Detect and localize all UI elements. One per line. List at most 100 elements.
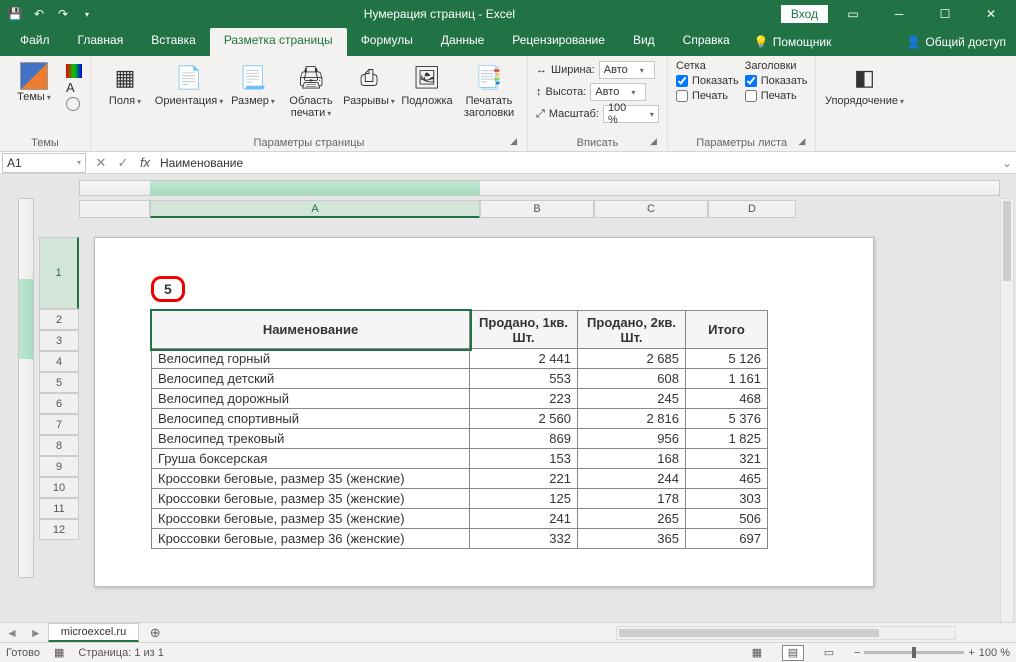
zoom-out-icon[interactable]: − (854, 647, 860, 659)
table-cell[interactable]: Груша боксерская (152, 449, 470, 469)
qat-customize-icon[interactable]: ▾ (76, 3, 98, 25)
effects-icon[interactable] (66, 97, 80, 111)
table-cell[interactable]: 506 (686, 509, 768, 529)
row-header[interactable]: 3 (39, 330, 79, 351)
horizontal-scrollbar[interactable] (616, 626, 956, 640)
table-cell[interactable]: 2 685 (578, 349, 686, 369)
table-cell[interactable]: 245 (578, 389, 686, 409)
data-table[interactable]: Наименование Продано, 1кв. Шт. Продано, … (151, 310, 768, 549)
gridlines-print-checkbox[interactable]: Печать (676, 90, 739, 102)
headings-print-checkbox[interactable]: Печать (745, 90, 808, 102)
table-row[interactable]: Кроссовки беговые, размер 35 (женские)12… (152, 489, 768, 509)
maximize-icon[interactable]: ☐ (924, 2, 966, 26)
table-cell[interactable]: 869 (470, 429, 578, 449)
dialog-launcher-icon[interactable]: ◢ (650, 136, 657, 147)
table-cell[interactable]: 153 (470, 449, 578, 469)
col-header[interactable]: B (480, 200, 594, 218)
table-cell[interactable]: 168 (578, 449, 686, 469)
tab-insert[interactable]: Вставка (137, 28, 210, 56)
table-cell[interactable]: 365 (578, 529, 686, 549)
table-cell[interactable]: Кроссовки беговые, размер 36 (женские) (152, 529, 470, 549)
table-cell[interactable]: 2 441 (470, 349, 578, 369)
enter-formula-icon[interactable]: ✓ (112, 155, 134, 171)
table-cell[interactable]: 697 (686, 529, 768, 549)
orientation-button[interactable]: 📄Ориентация (157, 60, 221, 107)
tab-file[interactable]: Файл (6, 28, 64, 56)
table-row[interactable]: Кроссовки беговые, размер 35 (женские)24… (152, 509, 768, 529)
table-row[interactable]: Велосипед дорожный223245468 (152, 389, 768, 409)
row-header[interactable]: 11 (39, 498, 79, 519)
table-cell[interactable]: 244 (578, 469, 686, 489)
table-header[interactable]: Итого (686, 311, 768, 349)
table-cell[interactable]: 332 (470, 529, 578, 549)
tab-formulas[interactable]: Формулы (347, 28, 427, 56)
minimize-icon[interactable]: ─ (878, 2, 920, 26)
share-button[interactable]: 👤Общий доступ (896, 28, 1016, 56)
table-cell[interactable]: 468 (686, 389, 768, 409)
background-button[interactable]: 🖼Подложка (401, 60, 453, 107)
tab-data[interactable]: Данные (427, 28, 498, 56)
ribbon-options-icon[interactable]: ▭ (832, 2, 874, 26)
table-cell[interactable]: Велосипед дорожный (152, 389, 470, 409)
zoom-in-icon[interactable]: + (968, 647, 974, 659)
table-cell[interactable]: 221 (470, 469, 578, 489)
row-header[interactable]: 5 (39, 372, 79, 393)
view-pagebreak-icon[interactable]: ▭ (818, 645, 840, 661)
formula-input[interactable]: Наименование (156, 156, 998, 170)
table-cell[interactable]: 608 (578, 369, 686, 389)
table-cell[interactable]: Велосипед детский (152, 369, 470, 389)
col-header[interactable]: A (150, 200, 480, 218)
table-cell[interactable]: Кроссовки беговые, размер 35 (женские) (152, 469, 470, 489)
fx-icon[interactable]: fx (134, 155, 156, 170)
size-button[interactable]: 📃Размер (227, 60, 279, 107)
gridlines-show-checkbox[interactable]: Показать (676, 75, 739, 87)
row-header[interactable]: 7 (39, 414, 79, 435)
horizontal-ruler[interactable] (79, 180, 1000, 196)
col-header[interactable]: C (594, 200, 708, 218)
table-cell[interactable]: 321 (686, 449, 768, 469)
table-cell[interactable]: 178 (578, 489, 686, 509)
dialog-launcher-icon[interactable]: ◢ (799, 136, 806, 147)
signin-button[interactable]: Вход (781, 5, 828, 23)
table-cell[interactable]: 2 816 (578, 409, 686, 429)
themes-button[interactable]: Темы (8, 60, 60, 103)
tab-view[interactable]: Вид (619, 28, 669, 56)
table-cell[interactable]: 956 (578, 429, 686, 449)
zoom-level[interactable]: 100 % (979, 647, 1010, 659)
row-header[interactable]: 6 (39, 393, 79, 414)
col-header[interactable]: D (708, 200, 796, 218)
margins-button[interactable]: ▦Поля (99, 60, 151, 107)
table-cell[interactable]: Велосипед горный (152, 349, 470, 369)
row-header[interactable]: 2 (39, 309, 79, 330)
row-header[interactable]: 8 (39, 435, 79, 456)
table-cell[interactable]: Велосипед трековый (152, 429, 470, 449)
table-header[interactable]: Продано, 1кв. Шт. (470, 311, 578, 349)
vertical-ruler[interactable] (18, 198, 34, 578)
view-pagelayout-icon[interactable]: ▤ (782, 645, 804, 661)
row-header[interactable]: 12 (39, 519, 79, 540)
table-cell[interactable]: 1 161 (686, 369, 768, 389)
page-preview[interactable]: 5 Наименование Продано, 1кв. Шт. Продано… (94, 237, 874, 587)
close-icon[interactable]: ✕ (970, 2, 1012, 26)
table-row[interactable]: Велосипед спортивный2 5602 8165 376 (152, 409, 768, 429)
save-icon[interactable]: 💾 (4, 3, 26, 25)
sheet-nav-next-icon[interactable]: ► (24, 626, 48, 640)
headings-show-checkbox[interactable]: Показать (745, 75, 808, 87)
fonts-icon[interactable]: A (66, 80, 82, 95)
breaks-button[interactable]: ⎙Разрывы (343, 60, 395, 107)
row-header[interactable]: 10 (39, 477, 79, 498)
arrange-button[interactable]: ◧Упорядочение (824, 60, 904, 107)
table-row[interactable]: Кроссовки беговые, размер 35 (женские)22… (152, 469, 768, 489)
table-cell[interactable]: 265 (578, 509, 686, 529)
table-row[interactable]: Велосипед детский5536081 161 (152, 369, 768, 389)
sheet-tab[interactable]: microexcel.ru (48, 623, 139, 642)
table-cell[interactable]: Кроссовки беговые, размер 35 (женские) (152, 509, 470, 529)
table-cell[interactable]: 303 (686, 489, 768, 509)
add-sheet-icon[interactable]: ⊕ (145, 625, 165, 641)
select-all[interactable] (79, 200, 150, 218)
sheet-nav-prev-icon[interactable]: ◄ (0, 626, 24, 640)
macro-record-icon[interactable]: ▦ (54, 646, 64, 659)
table-row[interactable]: Кроссовки беговые, размер 36 (женские)33… (152, 529, 768, 549)
printarea-button[interactable]: 🖨Область печати (285, 60, 337, 119)
dialog-launcher-icon[interactable]: ◢ (510, 136, 517, 147)
